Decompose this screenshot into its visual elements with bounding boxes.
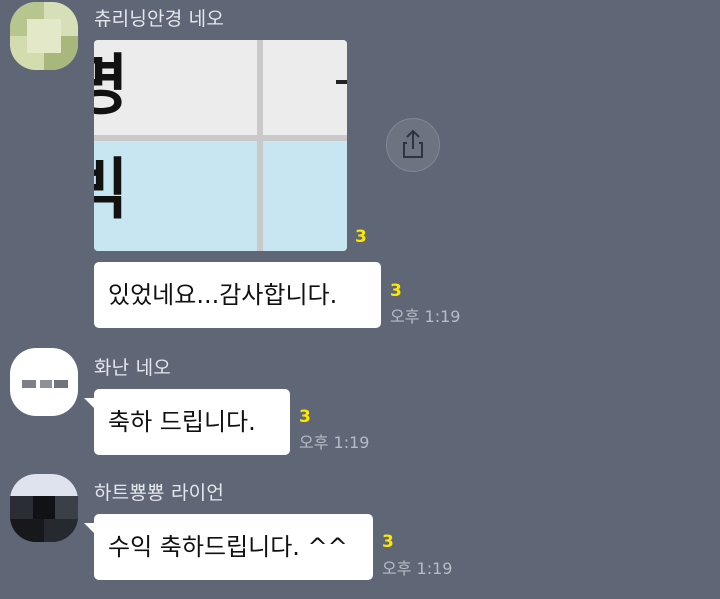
share-icon — [403, 129, 423, 158]
unread-count: 3 — [299, 407, 311, 427]
message-time: 오후 1:19 — [382, 559, 453, 578]
message-bubble[interactable]: 수익 축하드립니다. ^^ — [94, 514, 373, 580]
unread-count: 3 — [355, 227, 367, 247]
avatar[interactable] — [10, 2, 78, 70]
sender-name: 하트뿅뿅 라이언 — [94, 482, 224, 504]
image-text-bottom: 빅 — [94, 151, 129, 228]
avatar[interactable] — [10, 348, 78, 416]
image-message[interactable]: 명 빅 — [94, 40, 347, 251]
sender-name: 화난 네오 — [94, 357, 171, 379]
image-text-fragment — [336, 80, 347, 84]
avatar[interactable] — [10, 474, 78, 542]
message-time: 오후 1:19 — [390, 307, 461, 326]
message-text: 축하 드립니다. — [108, 408, 256, 436]
unread-count: 3 — [390, 281, 402, 301]
image-grid-horizontal — [94, 135, 347, 141]
message-time: 오후 1:19 — [299, 433, 370, 452]
sender-name: 츄리닝안경 네오 — [94, 8, 224, 30]
unread-count: 3 — [382, 532, 394, 552]
message-text: 있었네요...감사합니다. — [108, 281, 338, 309]
image-grid-vertical — [257, 40, 263, 251]
image-cell-bottom — [94, 141, 347, 251]
message-bubble[interactable]: 축하 드립니다. — [94, 389, 290, 455]
image-cell-top — [94, 40, 347, 135]
share-button[interactable] — [386, 118, 440, 172]
image-text-top: 명 — [94, 47, 129, 124]
message-bubble[interactable]: 있었네요...감사합니다. — [94, 262, 381, 328]
message-text: 수익 축하드립니다. ^^ — [108, 533, 348, 561]
